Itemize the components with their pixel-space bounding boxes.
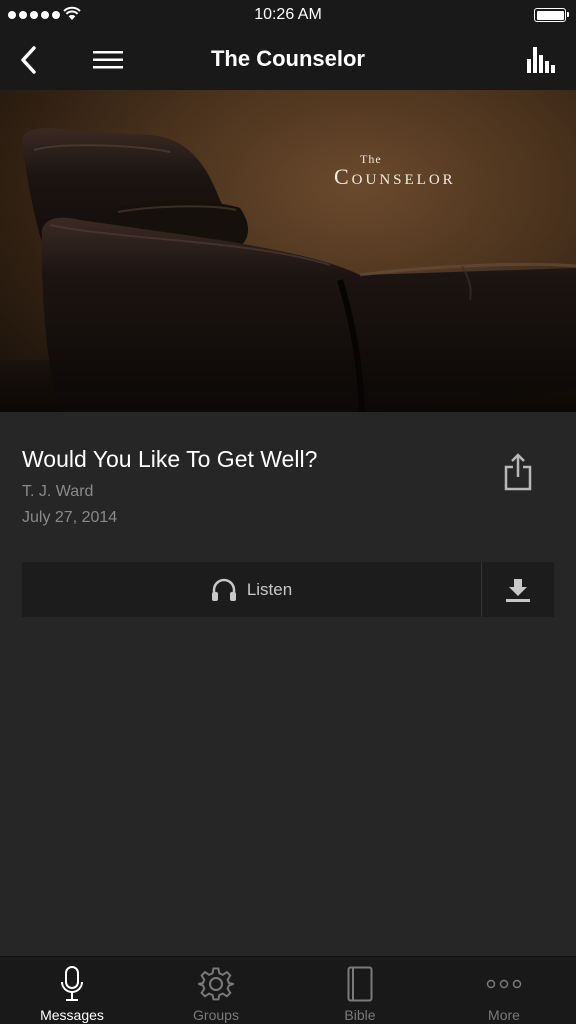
- tab-label: Bible: [344, 1007, 376, 1023]
- microphone-icon: [61, 966, 83, 1001]
- gear-icon: [198, 967, 234, 1001]
- bar-chart-icon: [527, 47, 555, 73]
- share-button[interactable]: [500, 452, 536, 492]
- media-actions: Listen: [22, 562, 554, 617]
- message-date: July 27, 2014: [22, 509, 118, 526]
- download-button[interactable]: [482, 562, 554, 617]
- stats-button[interactable]: [524, 43, 558, 77]
- message-info: Would You Like To Get Well? T. J. Ward J…: [22, 446, 482, 527]
- tab-groups[interactable]: Groups: [144, 957, 288, 1024]
- tab-label: More: [488, 1007, 520, 1023]
- tab-bible[interactable]: Bible: [288, 957, 432, 1024]
- page-title: The Counselor: [210, 46, 365, 71]
- status-bar: 10:26 AM: [0, 0, 576, 30]
- tab-messages[interactable]: Messages: [0, 957, 144, 1024]
- listen-label: Listen: [246, 579, 293, 599]
- message-speaker: T. J. Ward: [22, 483, 94, 500]
- menu-button[interactable]: [88, 42, 128, 78]
- navigation-bar: The Counselor: [0, 30, 576, 90]
- leather-chaise-image: [0, 128, 576, 412]
- download-icon: [506, 578, 530, 602]
- artwork-title: Counselor: [334, 164, 456, 189]
- status-time: 10:26 AM: [254, 6, 322, 23]
- tab-label: Messages: [40, 1007, 104, 1023]
- tab-label: Groups: [193, 1007, 239, 1023]
- battery-icon: [534, 8, 569, 22]
- back-button[interactable]: [12, 42, 44, 78]
- share-icon: [504, 453, 532, 491]
- listen-button[interactable]: Listen: [22, 562, 481, 617]
- book-icon: [347, 966, 373, 1002]
- headphones-icon: [211, 578, 236, 601]
- tab-bar: Messages Groups Bible More: [0, 956, 576, 1024]
- message-title: Would You Like To Get Well?: [22, 446, 318, 472]
- chevron-left-icon: [21, 46, 36, 74]
- hamburger-icon: [93, 51, 123, 69]
- series-artwork: The Counselor: [0, 90, 576, 412]
- more-dots-icon: [486, 979, 522, 989]
- tab-more[interactable]: More: [432, 957, 576, 1024]
